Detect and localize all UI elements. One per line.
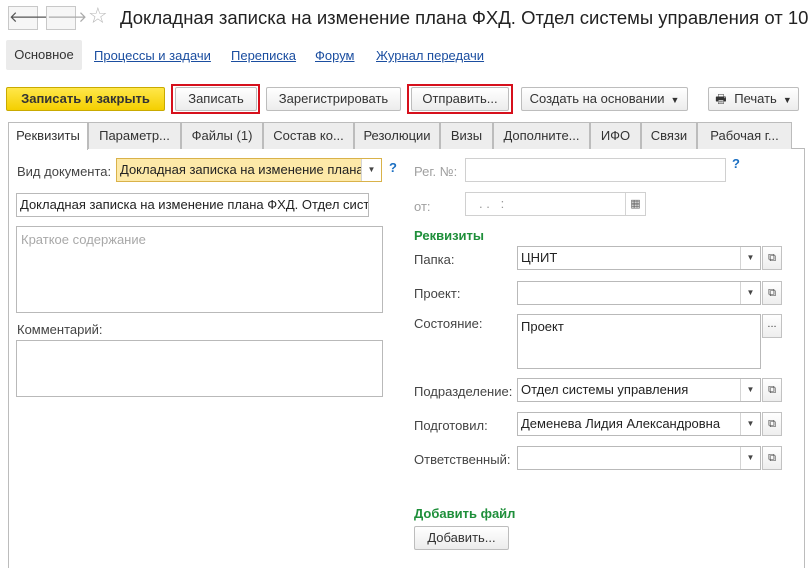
- tab-additional[interactable]: Дополните...: [493, 122, 590, 149]
- chevron-down-icon: ▼: [670, 95, 680, 105]
- department-label: Подразделение:: [414, 384, 513, 399]
- chevron-down-icon[interactable]: ▼: [740, 379, 760, 401]
- reg-no-label: Рег. №:: [414, 164, 458, 179]
- arrow-right-icon: 🡒: [47, 9, 88, 26]
- tab-visas[interactable]: Визы: [440, 122, 493, 149]
- chevron-down-icon[interactable]: ▼: [740, 413, 760, 435]
- summary-textarea[interactable]: Краткое содержание: [16, 226, 383, 313]
- doc-type-value: Докладная записка на изменение плана: [120, 162, 364, 177]
- chevron-down-icon: ▼: [782, 95, 792, 105]
- nav-link-correspondence[interactable]: Переписка: [231, 48, 296, 63]
- tab-ifo[interactable]: ИФО: [590, 122, 641, 149]
- help-icon[interactable]: ?: [732, 156, 740, 171]
- state-value: Проект: [521, 319, 564, 334]
- open-form-icon: ⧉: [768, 287, 776, 299]
- create-based-button[interactable]: Создать на основании ▼: [521, 87, 688, 111]
- open-form-icon: ⧉: [768, 252, 776, 264]
- tab-composition[interactable]: Состав ко...: [263, 122, 354, 149]
- folder-label: Папка:: [414, 252, 455, 267]
- state-label: Состояние:: [414, 316, 483, 331]
- department-select[interactable]: Отдел системы управления ▼: [517, 378, 761, 402]
- open-folder-button[interactable]: ⧉: [762, 246, 782, 270]
- print-button[interactable]: 🖶 Печать ▼: [708, 87, 799, 111]
- print-label: Печать: [734, 91, 777, 106]
- open-form-icon: ⧉: [768, 418, 776, 430]
- arrow-left-icon: 🡐: [9, 9, 50, 26]
- tab-parameters[interactable]: Параметр...: [88, 122, 181, 149]
- calendar-icon[interactable]: ▦: [625, 193, 645, 215]
- chevron-down-icon[interactable]: ▼: [740, 282, 760, 304]
- prepared-label: Подготовил:: [414, 418, 488, 433]
- folder-value: ЦНИТ: [521, 250, 558, 265]
- summary-placeholder: Краткое содержание: [21, 232, 146, 247]
- open-project-button[interactable]: ⧉: [762, 281, 782, 305]
- open-responsible-button[interactable]: ⧉: [762, 446, 782, 470]
- add-file-button[interactable]: Добавить...: [414, 526, 509, 550]
- back-button[interactable]: 🡐: [8, 6, 49, 30]
- open-form-icon: ⧉: [768, 384, 776, 396]
- open-department-button[interactable]: ⧉: [762, 378, 782, 402]
- project-label: Проект:: [414, 286, 461, 301]
- open-prepared-button[interactable]: ⧉: [762, 412, 782, 436]
- department-value: Отдел системы управления: [521, 382, 689, 397]
- tab-resolutions[interactable]: Резолюции: [354, 122, 440, 149]
- state-select-button[interactable]: ...: [762, 314, 782, 338]
- responsible-label: Ответственный:: [414, 452, 511, 467]
- forward-button[interactable]: 🡒: [46, 6, 87, 30]
- nav-link-forum[interactable]: Форум: [315, 48, 355, 63]
- project-select[interactable]: ▼: [517, 281, 761, 305]
- date-mask: . . :: [479, 196, 505, 211]
- chevron-down-icon[interactable]: ▼: [361, 159, 381, 181]
- window-title: Докладная записка на изменение плана ФХД…: [120, 7, 809, 28]
- star-icon[interactable]: ☆: [88, 4, 108, 28]
- doc-type-label: Вид документа:: [17, 164, 112, 179]
- comment-textarea[interactable]: [16, 340, 383, 397]
- save-close-button[interactable]: Записать и закрыть: [6, 87, 165, 111]
- add-file-header: Добавить файл: [414, 506, 516, 521]
- prepared-value: Деменева Лидия Александровна: [521, 416, 721, 431]
- prepared-select[interactable]: Деменева Лидия Александровна ▼: [517, 412, 761, 436]
- chevron-down-icon[interactable]: ▼: [740, 247, 760, 269]
- ellipsis-icon: ...: [767, 318, 777, 330]
- create-based-label: Создать на основании: [529, 91, 665, 106]
- date-field[interactable]: . . : ▦: [465, 192, 646, 216]
- doc-name-field[interactable]: Докладная записка на изменение плана ФХД…: [16, 193, 369, 217]
- reg-no-field[interactable]: [465, 158, 726, 182]
- responsible-select[interactable]: ▼: [517, 446, 761, 470]
- save-highlight: [171, 84, 260, 114]
- tab-requisites[interactable]: Реквизиты: [8, 122, 88, 150]
- nav-link-processes[interactable]: Процессы и задачи: [94, 48, 211, 63]
- date-label: от:: [414, 199, 431, 214]
- tab-working-group[interactable]: Рабочая г...: [697, 122, 792, 149]
- nav-link-main[interactable]: Основное: [6, 40, 82, 70]
- open-form-icon: ⧉: [768, 452, 776, 464]
- requisites-header: Реквизиты: [414, 228, 484, 243]
- help-icon[interactable]: ?: [389, 160, 397, 175]
- register-button[interactable]: Зарегистрировать: [266, 87, 401, 111]
- chevron-down-icon[interactable]: ▼: [740, 447, 760, 469]
- nav-link-transfer-log[interactable]: Журнал передачи: [376, 48, 484, 63]
- tab-files[interactable]: Файлы (1): [181, 122, 263, 149]
- printer-icon: 🖶: [715, 92, 727, 106]
- folder-select[interactable]: ЦНИТ ▼: [517, 246, 761, 270]
- state-field[interactable]: Проект: [517, 314, 761, 369]
- send-highlight: [407, 84, 513, 114]
- tab-links[interactable]: Связи: [641, 122, 697, 149]
- comment-label: Комментарий:: [17, 322, 103, 337]
- doc-type-select[interactable]: Докладная записка на изменение плана ▼: [116, 158, 382, 182]
